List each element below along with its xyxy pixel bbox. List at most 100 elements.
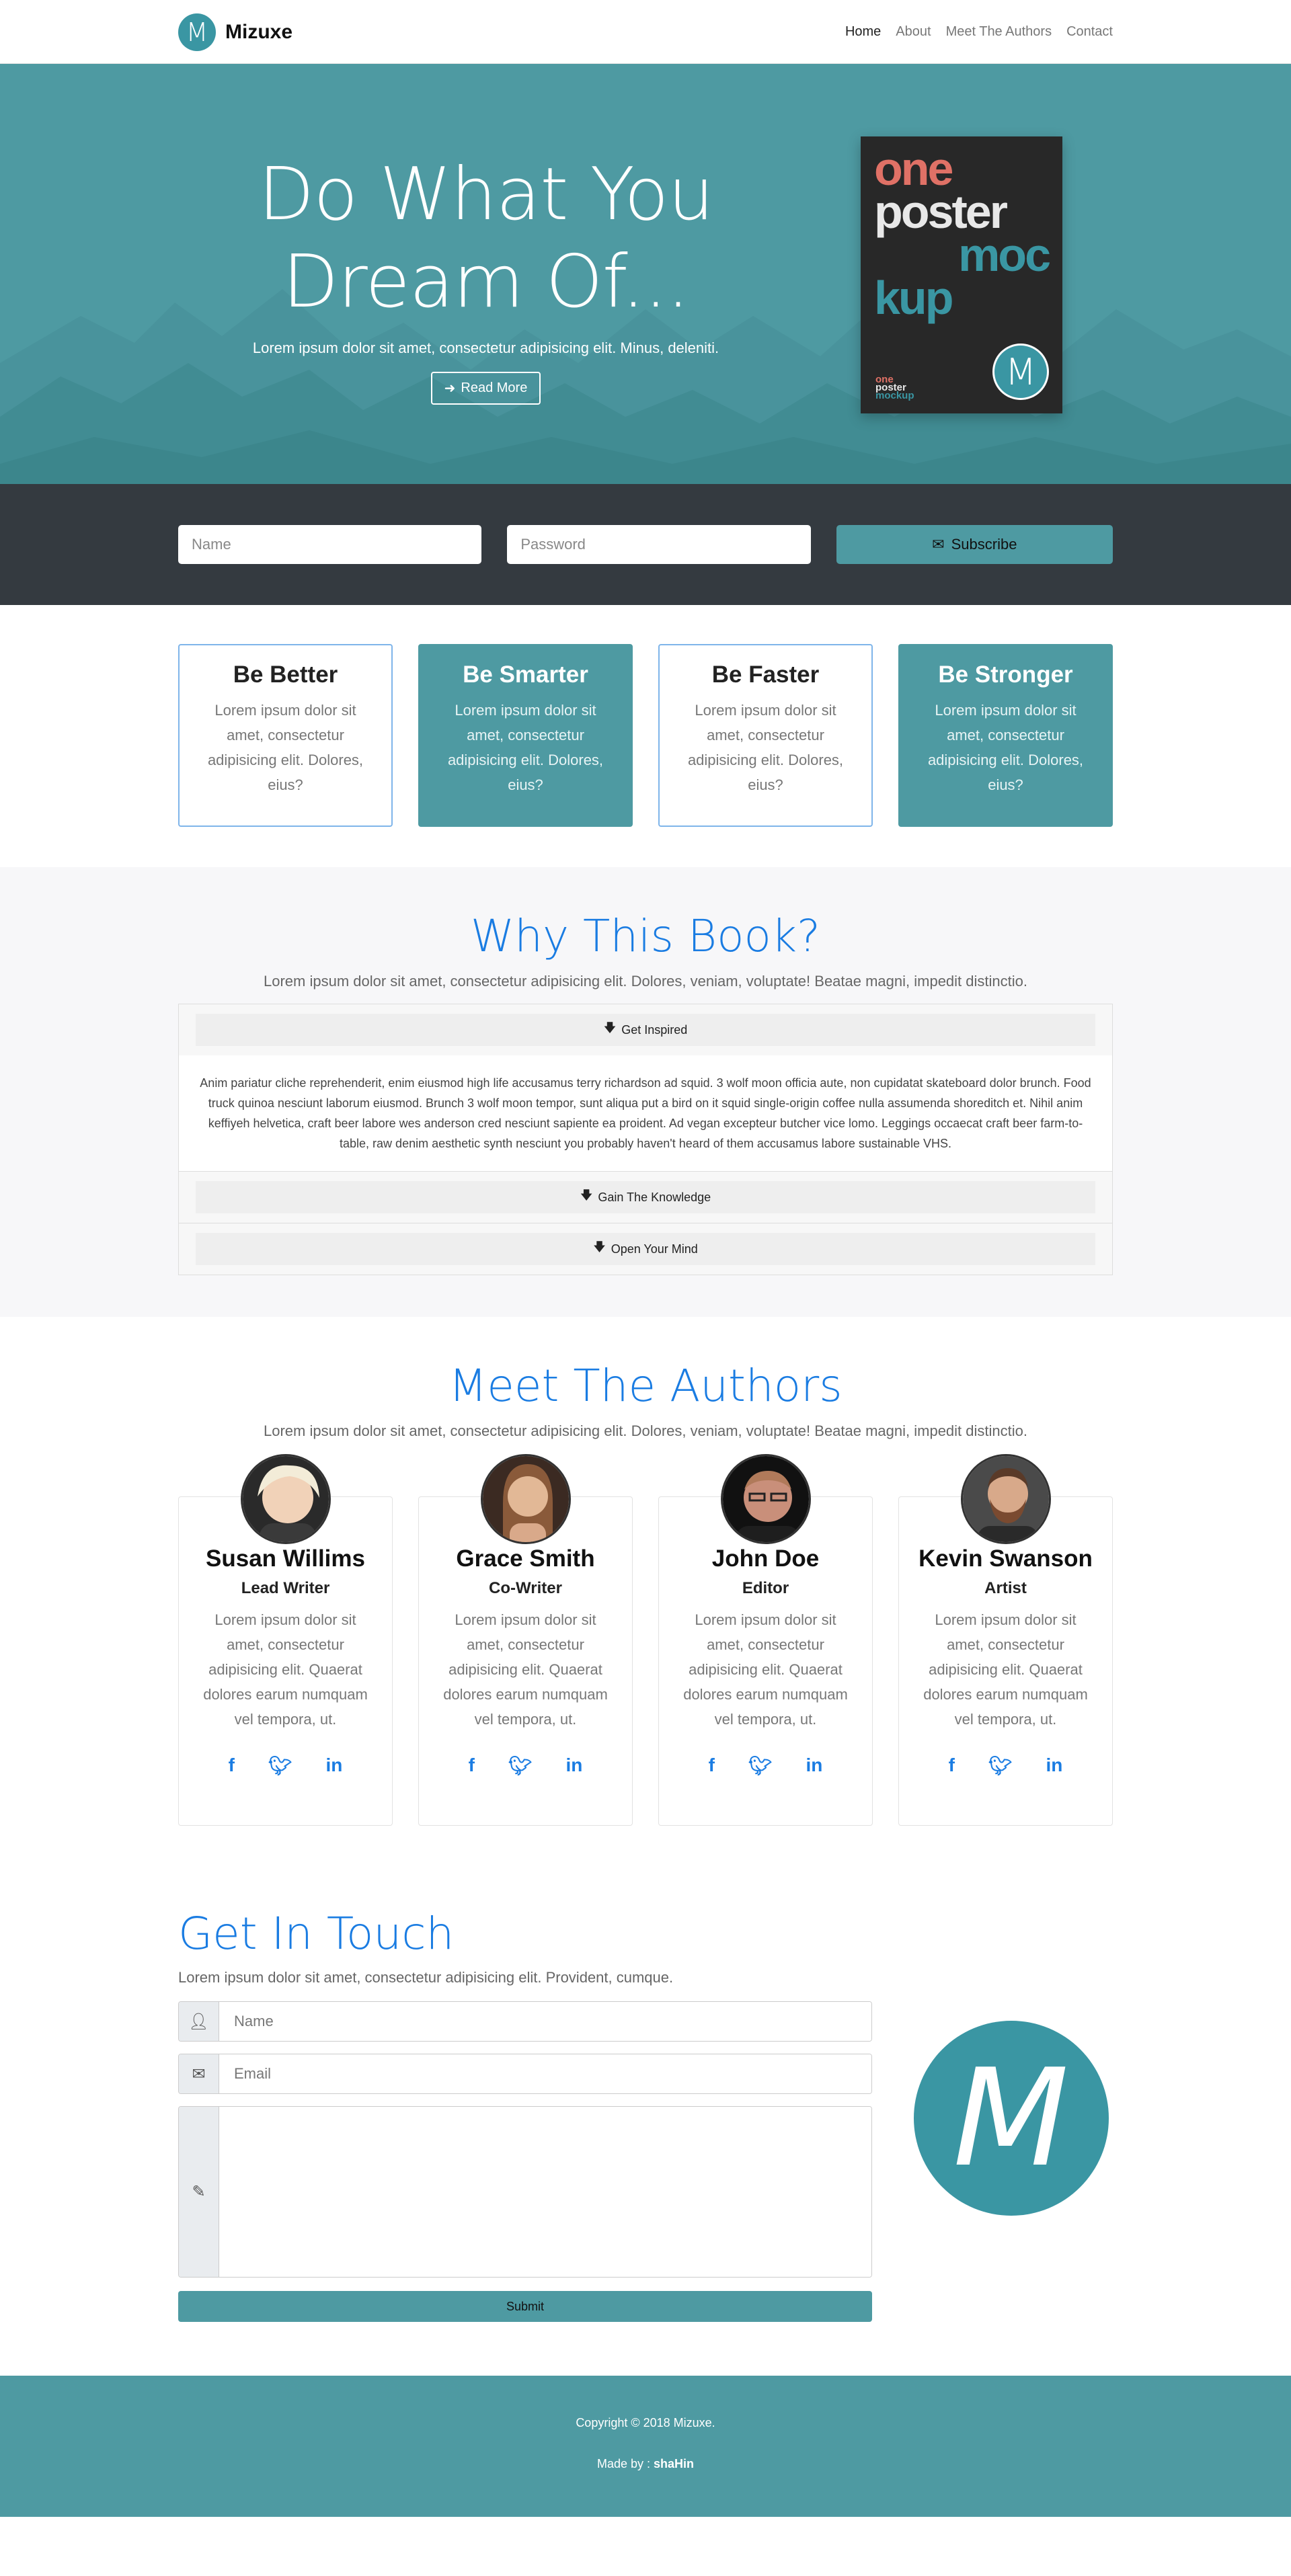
subscribe-password-input[interactable] <box>507 525 811 564</box>
poster-line-3: moc <box>958 229 1051 281</box>
nav-link-contact[interactable]: Contact <box>1066 24 1113 40</box>
accordion-toggle-get-inspired[interactable]: 🡇 Get Inspired <box>196 1014 1095 1046</box>
twitter-icon[interactable]: 🐦︎ <box>988 1755 1013 1777</box>
features-section: Be Better Lorem ipsum dolor sit amet, co… <box>0 605 1291 867</box>
contact-email-input[interactable] <box>219 2054 871 2093</box>
feature-card: Be Smarter Lorem ipsum dolor sit amet, c… <box>418 644 633 827</box>
authors-title: Meet The Authors <box>448 1360 843 1412</box>
author-cards: Susan Willims Lead Writer Lorem ipsum do… <box>178 1454 1113 1826</box>
avatar <box>240 1454 331 1544</box>
accordion-label: Get Inspired <box>621 1022 688 1037</box>
hero-text: Do What You Dream Of... Lorem ipsum dolo… <box>178 151 793 405</box>
contact-name-input[interactable] <box>219 2002 871 2041</box>
avatar <box>960 1454 1051 1544</box>
contact-logo-wrap: M <box>909 1908 1113 2322</box>
envelope-open-icon: ✉ <box>932 536 945 553</box>
poster-small-text: one poster mockup <box>875 374 914 401</box>
accordion-header: 🡇 Open Your Mind <box>179 1223 1112 1275</box>
social-links: f 🐦︎ in <box>419 1755 632 1777</box>
twitter-icon[interactable]: 🐦︎ <box>508 1755 533 1777</box>
linkedin-icon[interactable]: in <box>1046 1755 1062 1777</box>
why-section: Why This Book? Lorem ipsum dolor sit ame… <box>0 867 1291 1317</box>
social-links: f 🐦︎ in <box>659 1755 872 1777</box>
accordion-header: 🡇 Get Inspired <box>179 1004 1112 1055</box>
author-card: John Doe Editor Lorem ipsum dolor sit am… <box>658 1454 873 1826</box>
author-name: Susan Willims <box>206 1545 365 1572</box>
footer-copyright: Copyright © 2018 Mizuxe. <box>576 2416 715 2429</box>
contact-logo: M <box>913 2021 1109 2216</box>
feature-text: Lorem ipsum dolor sit amet, consectetur … <box>687 702 844 793</box>
facebook-icon[interactable]: f <box>229 1755 235 1777</box>
footer: Copyright © 2018 Mizuxe. Made by : shaHi… <box>0 2376 1291 2517</box>
brand-name: Mizuxe <box>225 20 293 43</box>
email-input-group: ✉ <box>178 2054 872 2094</box>
social-links: f 🐦︎ in <box>179 1755 392 1777</box>
arrow-down-icon: 🡇 <box>593 1240 606 1254</box>
author-bio: Lorem ipsum dolor sit amet, consectetur … <box>923 1611 1088 1728</box>
poster-logo-badge: M <box>992 344 1049 400</box>
subscribe-section: ✉ Subscribe <box>0 484 1291 605</box>
hero-title-line-2: Dream Of... <box>282 240 690 324</box>
subscribe-name-input[interactable] <box>178 525 482 564</box>
footer-made-by: Made by : shaHin <box>0 2457 1291 2471</box>
envelope-icon: ✉ <box>179 2054 219 2093</box>
author-name: Grace Smith <box>456 1545 595 1572</box>
feature-title: Be Faster <box>711 661 820 688</box>
poster-line-1: one <box>874 143 953 195</box>
read-more-button[interactable]: ➜ Read More <box>430 372 541 405</box>
nav-link-home[interactable]: Home <box>845 24 881 40</box>
facebook-icon[interactable]: f <box>949 1755 955 1777</box>
author-bio: Lorem ipsum dolor sit amet, consectetur … <box>683 1611 848 1728</box>
linkedin-icon[interactable]: in <box>325 1755 342 1777</box>
authors-section: Meet The Authors Lorem ipsum dolor sit a… <box>0 1317 1291 1874</box>
accordion-item: 🡇 Open Your Mind <box>179 1223 1112 1275</box>
twitter-icon[interactable]: 🐦︎ <box>268 1755 292 1777</box>
author-bio: Lorem ipsum dolor sit amet, consectetur … <box>203 1611 368 1728</box>
why-lead: Lorem ipsum dolor sit amet, consectetur … <box>264 973 1027 990</box>
feature-card: Be Faster Lorem ipsum dolor sit amet, co… <box>658 644 873 827</box>
linkedin-icon[interactable]: in <box>565 1755 582 1777</box>
name-input-group: 👤︎ <box>178 2001 872 2042</box>
hero-title: Do What You Dream Of... <box>178 151 793 326</box>
feature-text: Lorem ipsum dolor sit amet, consectetur … <box>927 702 1084 793</box>
brand[interactable]: M Mizuxe <box>178 13 292 51</box>
linkedin-icon[interactable]: in <box>806 1755 822 1777</box>
made-by-prefix: Made by : <box>596 2457 650 2470</box>
nav-link-about[interactable]: About <box>896 24 931 40</box>
author-name: Kevin Swanson <box>918 1545 1093 1572</box>
author-name: John Doe <box>711 1545 820 1572</box>
subscribe-button[interactable]: ✉ Subscribe <box>836 525 1113 564</box>
contact-section: Get In Touch Lorem ipsum dolor sit amet,… <box>0 1874 1291 2376</box>
feature-text: Lorem ipsum dolor sit amet, consectetur … <box>447 702 604 793</box>
poster-line-4: kup <box>874 272 953 324</box>
accordion-body: Anim pariatur cliche reprehenderit, enim… <box>179 1055 1112 1171</box>
feature-text: Lorem ipsum dolor sit amet, consectetur … <box>207 702 364 793</box>
accordion-item: 🡇 Get Inspired Anim pariatur cliche repr… <box>179 1004 1112 1172</box>
author-role: Editor <box>742 1579 789 1597</box>
hero-section: Do What You Dream Of... Lorem ipsum dolo… <box>0 64 1291 484</box>
brand-logo: M <box>178 13 216 51</box>
feature-title: Be Better <box>233 661 338 688</box>
read-more-label: Read More <box>461 380 528 395</box>
accordion: 🡇 Get Inspired Anim pariatur cliche repr… <box>178 1004 1113 1275</box>
author-role: Lead Writer <box>241 1579 330 1597</box>
accordion-header: 🡇 Gain The Knowledge <box>179 1172 1112 1223</box>
contact-form: Get In Touch Lorem ipsum dolor sit amet,… <box>178 1908 872 2322</box>
user-icon: 👤︎ <box>179 2002 219 2041</box>
submit-button[interactable]: Submit <box>178 2291 872 2322</box>
navbar: M Mizuxe Home About Meet The Authors Con… <box>0 0 1291 64</box>
feature-card: Be Better Lorem ipsum dolor sit amet, co… <box>178 644 393 827</box>
poster-mockup: one poster moc kup one poster mockup M <box>861 136 1062 413</box>
twitter-icon[interactable]: 🐦︎ <box>748 1755 773 1777</box>
accordion-toggle-gain-knowledge[interactable]: 🡇 Gain The Knowledge <box>196 1181 1095 1213</box>
facebook-icon[interactable]: f <box>469 1755 475 1777</box>
contact-message-textarea[interactable] <box>219 2107 871 2277</box>
author-card: Kevin Swanson Artist Lorem ipsum dolor s… <box>898 1454 1113 1826</box>
arrow-down-icon: 🡇 <box>580 1189 593 1202</box>
author-role: Artist <box>984 1579 1027 1597</box>
nav-link-authors[interactable]: Meet The Authors <box>946 24 1052 40</box>
avatar <box>720 1454 811 1544</box>
accordion-toggle-open-mind[interactable]: 🡇 Open Your Mind <box>196 1233 1095 1265</box>
facebook-icon[interactable]: f <box>709 1755 715 1777</box>
hero-subtitle: Lorem ipsum dolor sit amet, consectetur … <box>252 339 719 356</box>
